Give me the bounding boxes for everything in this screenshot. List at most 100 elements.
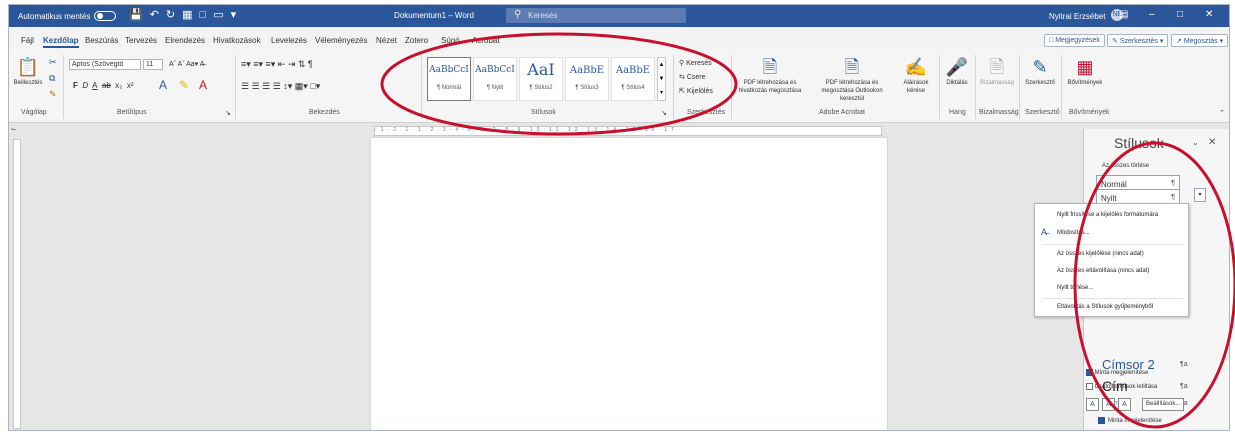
collapse-ribbon-icon[interactable]: ⌃ — [1219, 109, 1225, 117]
style-dropdown-button[interactable]: ▾ — [1194, 188, 1206, 202]
style-stilus3[interactable]: AaBbE ¶ Stílus3 — [565, 57, 609, 101]
menu-item-remove-from-gallery[interactable]: Eltávolítás a Stílusok gyűjteményből — [1057, 304, 1153, 310]
find-button[interactable]: ⚲ Keresés — [679, 59, 712, 67]
account-area[interactable]: Nyitrai Erzsébet NE — [1049, 9, 1124, 21]
tab-review[interactable]: Véleményezés — [315, 36, 367, 45]
autosave-toggle[interactable] — [94, 11, 117, 21]
pdf-share-link-label: PDF létrehozása és hivatkozás megosztása — [738, 80, 802, 94]
editor-pen-icon: ✎ — [1032, 57, 1048, 77]
request-signatures-button[interactable]: ✍ Aláírások kérése — [899, 55, 933, 95]
document-page[interactable] — [371, 138, 887, 430]
add-ins-grid-icon: ▦ — [1076, 57, 1094, 77]
group-separator — [235, 55, 236, 119]
manage-styles-icon[interactable]: A — [1118, 398, 1131, 411]
show-preview-checkbox[interactable]: Minta megjelenítése — [1098, 417, 1162, 424]
linked-style-icon: ¶a — [1180, 383, 1188, 390]
cut-icon[interactable]: ✂ — [49, 57, 57, 68]
tab-insert[interactable]: Beszúrás — [85, 36, 118, 45]
pdf-icon: 🗎 — [762, 57, 778, 77]
editor-label: Szerkesztő — [1025, 80, 1055, 86]
style-stilus4[interactable]: AaBbE ¶ Stílus4 — [611, 57, 655, 101]
alignment-buttons-icon[interactable]: ☰ ☰ ☰ ☰ ↕▾ ▦▾ □▾ — [241, 81, 320, 92]
new-style-icon[interactable]: A — [1086, 398, 1099, 411]
tab-home[interactable]: Kezdőlap — [43, 36, 79, 48]
font-size-buttons-icon[interactable]: Aˆ Aˇ Aa▾ A̶ — [169, 60, 204, 68]
menu-item-update-style[interactable]: Nyilt frissítése a kijelölés formátumára — [1057, 212, 1158, 218]
styles-pane-launcher-icon[interactable]: ↘ — [661, 109, 667, 117]
signature-icon: ✍ — [904, 57, 928, 77]
tab-selector-icon[interactable]: ⌙ — [11, 125, 17, 133]
paste-label: Beillesztés — [13, 80, 43, 86]
close-button[interactable]: ✕ — [1205, 9, 1213, 20]
pdf-outlook-icon: 🗎 — [844, 57, 860, 77]
options-button[interactable]: Beállítások... — [1142, 398, 1185, 411]
find-label: Keresés — [686, 60, 712, 67]
show-preview-row[interactable]: Minta megjelenítése — [1086, 369, 1148, 376]
menu-item-modify[interactable]: Módosítás... — [1057, 230, 1090, 236]
menu-item-delete-style[interactable]: Nyilt törlése... — [1057, 285, 1093, 291]
tab-acrobat[interactable]: Acrobat — [472, 36, 500, 45]
style-inspector-icon[interactable]: A — [1102, 398, 1115, 411]
horizontal-ruler[interactable]: ·1·2·1·1·2·3·4·5·6·7·8·9·10·11·12·13·14·… — [374, 126, 882, 136]
tab-file[interactable]: Fájl — [21, 36, 34, 45]
format-painter-icon[interactable]: ▦ — [182, 9, 192, 22]
tab-mailings[interactable]: Levelezés — [271, 36, 307, 45]
minimize-button[interactable]: – — [1149, 9, 1155, 20]
tab-references[interactable]: Hivatkozások — [213, 36, 261, 45]
format-painter-icon[interactable]: ✎ — [49, 89, 57, 100]
maximize-button[interactable]: □ — [1177, 9, 1183, 20]
list-buttons-icon[interactable]: ≡▾ ≡▾ ≡▾ ⇤ ⇥ ⇅ ¶ — [241, 59, 313, 70]
replace-button[interactable]: ⇆ Csere — [679, 73, 706, 81]
pdf-outlook-label: PDF létrehozása és megosztása Outlookon … — [821, 80, 883, 102]
open-icon[interactable]: ▭ — [213, 9, 223, 22]
add-ins-button[interactable]: ▦ Bővítmények — [1065, 55, 1105, 87]
style-nyilt[interactable]: AaBbCcI ¶ Nyilt — [473, 57, 517, 101]
menu-item-remove-all[interactable]: Az összes eltávolítása (nincs adat) — [1057, 268, 1149, 274]
pdf-share-link-button[interactable]: 🗎 PDF létrehozása és hivatkozás megosztá… — [737, 55, 803, 95]
highlight-icon[interactable]: ✎ — [179, 78, 189, 92]
style-stilus2[interactable]: AaI ¶ Stílus2 — [519, 57, 563, 101]
editor-button[interactable]: ✎ Szerkesztő — [1023, 55, 1057, 87]
tab-view[interactable]: Nézet — [376, 36, 397, 45]
tab-layout[interactable]: Elrendezés — [165, 36, 205, 45]
font-color-icon[interactable]: A — [199, 78, 207, 92]
paste-button[interactable]: 📋 Beillesztés — [13, 55, 43, 87]
font-size-select[interactable]: 11 — [143, 59, 163, 70]
save-icon[interactable]: 💾 — [129, 9, 143, 22]
title-bar: Automatikus mentés 💾 ↶ ↻ ▦ □ ▭ ▾ Dokumen… — [9, 5, 1229, 27]
tab-zotero[interactable]: Zotero — [405, 36, 428, 45]
new-document-icon[interactable]: □ — [200, 9, 207, 22]
ribbon-display-icon[interactable]: ▤ — [1119, 9, 1128, 20]
text-effects-icon[interactable]: A — [159, 78, 167, 92]
customize-qat-icon[interactable]: ▾ — [231, 9, 237, 22]
menu-item-select-all[interactable]: Az összes kijelölése (nincs adat) — [1057, 251, 1144, 257]
group-separator — [63, 55, 64, 119]
comments-button[interactable]: □ Megjegyzések — [1044, 34, 1105, 47]
copy-icon[interactable]: ⧉ — [49, 73, 55, 84]
font-name-select[interactable]: Aptos (Szövegtö — [69, 59, 141, 70]
search-box[interactable]: ⚲ Keresés — [506, 8, 686, 23]
font-dialog-launcher-icon[interactable]: ↘ — [225, 109, 231, 117]
autosave-control[interactable]: Automatikus mentés — [18, 11, 117, 21]
vertical-ruler[interactable] — [13, 139, 21, 429]
comments-label: Megjegyzések — [1055, 37, 1100, 44]
styles-gallery-scroll[interactable]: ▲ ▼ ▾ — [657, 57, 666, 101]
close-icon[interactable]: ✕ — [1208, 137, 1216, 148]
undo-icon[interactable]: ↶ — [150, 9, 159, 22]
share-button[interactable]: ↗ Megosztás ▾ — [1171, 34, 1229, 47]
disable-linked-row[interactable]: Csatolt stílusok letiltása — [1086, 383, 1157, 390]
pdf-outlook-button[interactable]: 🗎 PDF létrehozása és megosztása Outlooko… — [809, 55, 895, 103]
tab-design[interactable]: Tervezés — [125, 36, 157, 45]
tab-help[interactable]: Súgó — [441, 36, 460, 45]
select-button[interactable]: ⇱ Kijelölés — [679, 87, 713, 95]
font-format-icons[interactable]: F D A ab x₂ x² — [73, 81, 134, 90]
modify-style-icon: A̶ — [1041, 227, 1048, 237]
dictate-button[interactable]: 🎤 Diktálás — [943, 55, 971, 87]
clear-all-button[interactable]: Az összes törlése — [1102, 163, 1149, 169]
chevron-down-icon[interactable]: ⌄ — [1192, 138, 1199, 147]
group-separator — [421, 55, 422, 119]
sensitivity-button[interactable]: 🗎 Bizalmasság — [979, 55, 1015, 87]
redo-icon[interactable]: ↻ — [166, 9, 175, 22]
style-normal[interactable]: AaBbCcI ¶ Normál — [427, 57, 471, 101]
editing-mode-button[interactable]: ✎ Szerkesztés ▾ — [1107, 34, 1169, 47]
